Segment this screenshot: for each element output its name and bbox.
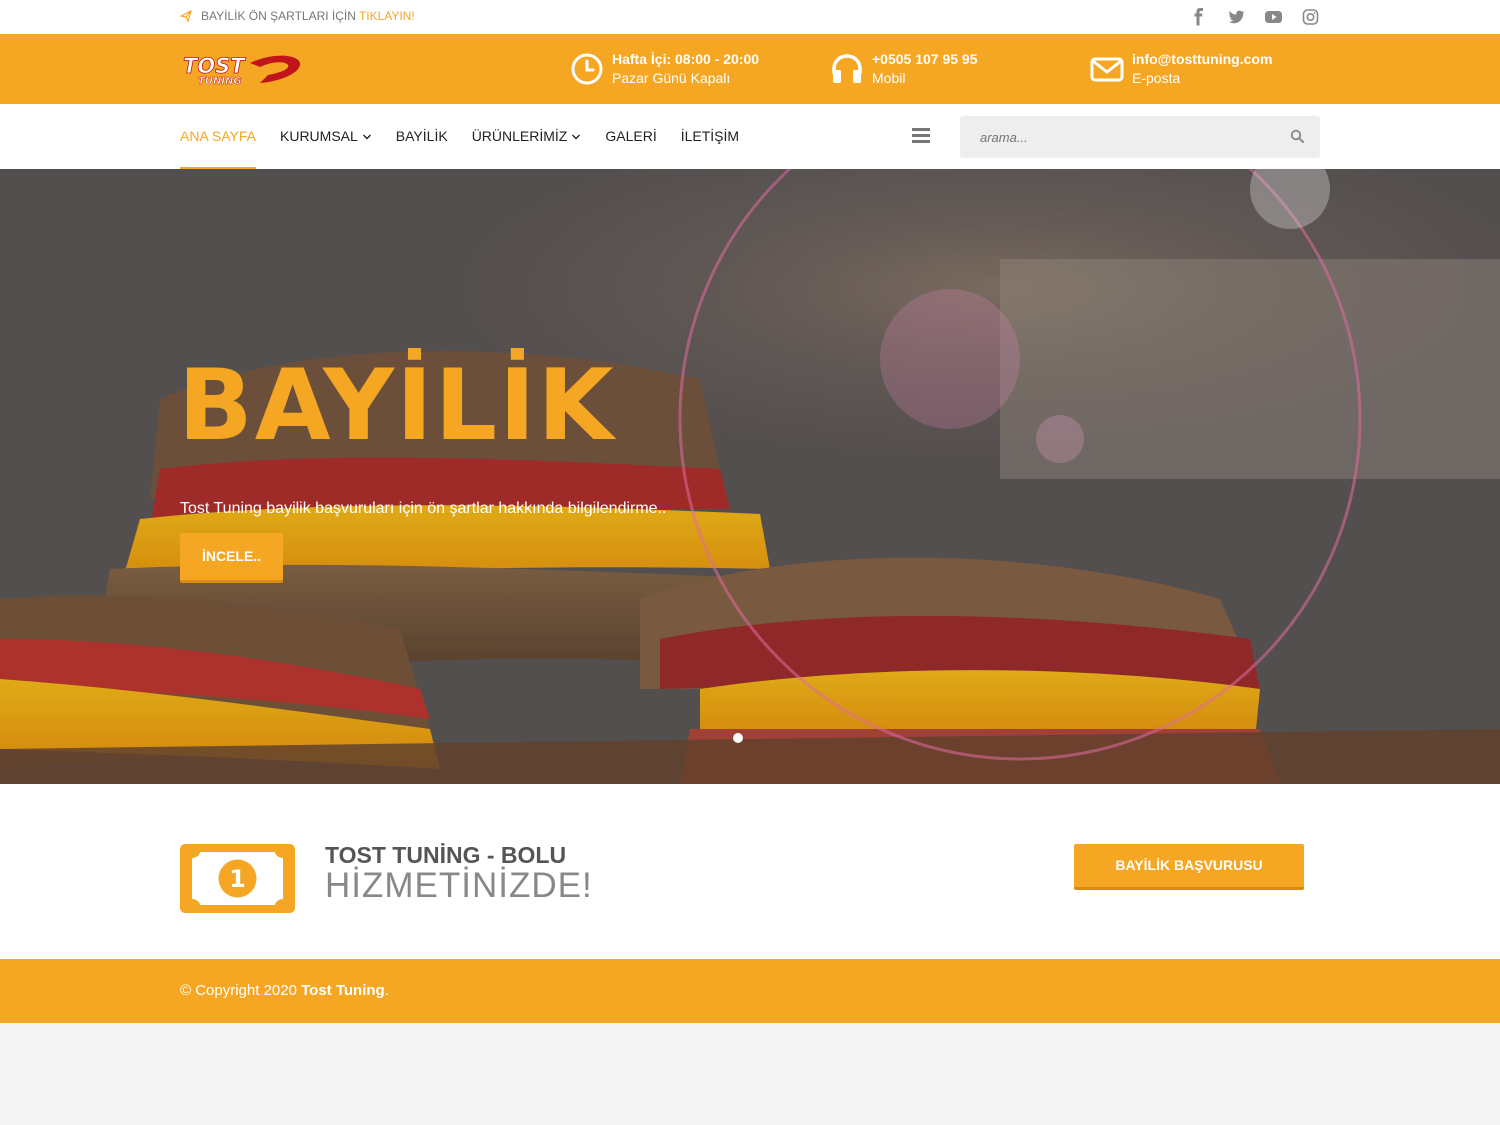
- hero-subtitle: Tost Tuning bayilik başvuruları için ön …: [180, 500, 667, 517]
- paper-plane-icon: [180, 10, 192, 22]
- nav-label: İLETİŞİM: [680, 128, 740, 144]
- main-nav: ANA SAYFA KURUMSAL BAYİLİK ÜRÜNLERİMİZ G…: [0, 104, 1500, 169]
- svg-text:1: 1: [229, 865, 246, 893]
- hero-title: BAYİLİK: [178, 349, 616, 463]
- search-box: [960, 116, 1320, 158]
- email-info: info@tosttuning.com E-posta: [1090, 50, 1272, 88]
- nav-item-gallery[interactable]: GALERİ: [605, 104, 656, 169]
- site-logo[interactable]: TOST TUNING: [180, 51, 305, 89]
- nav-item-dealership[interactable]: BAYİLİK: [396, 104, 448, 169]
- money-icon: 1: [180, 844, 295, 913]
- email-label: E-posta: [1132, 70, 1181, 86]
- hero-inspect-button[interactable]: İNCELE..: [180, 533, 283, 583]
- svg-text:TOST: TOST: [183, 54, 246, 78]
- nav-label: KURUMSAL: [280, 128, 358, 144]
- instagram-icon[interactable]: [1301, 8, 1320, 26]
- search-icon[interactable]: [1290, 129, 1304, 143]
- hero-background-image: [0, 169, 1500, 784]
- hours-info: Hafta İçi: 08:00 - 20:00 Pazar Günü Kapa…: [570, 50, 759, 88]
- phone-number[interactable]: +0505 107 95 95: [872, 50, 978, 68]
- phone-label: Mobil: [872, 70, 906, 86]
- clock-icon: [571, 53, 603, 85]
- copyright: © Copyright 2020 Tost Tuning.: [180, 982, 389, 999]
- footer-brand-link[interactable]: Tost Tuning: [301, 982, 385, 999]
- notice-link[interactable]: TIKLAYIN!: [359, 9, 415, 23]
- facebook-icon[interactable]: [1190, 8, 1209, 26]
- chevron-down-icon: [362, 134, 371, 139]
- youtube-icon[interactable]: [1264, 8, 1283, 26]
- hours-sunday: Pazar Günü Kapalı: [612, 70, 731, 86]
- headphones-icon: [832, 54, 862, 83]
- nav-label: ANA SAYFA: [180, 128, 256, 144]
- promo-title: TOST TUNİNG - BOLU: [325, 842, 567, 868]
- copyright-text: © Copyright 2020: [180, 982, 297, 999]
- notice-text: BAYİLİK ÖN ŞARTLARI İÇİN: [201, 9, 356, 23]
- social-links: [1190, 8, 1320, 26]
- slider-dot[interactable]: [733, 733, 743, 743]
- nav-item-home[interactable]: ANA SAYFA: [180, 104, 256, 169]
- nav-item-contact[interactable]: İLETİŞİM: [681, 104, 739, 169]
- twitter-icon[interactable]: [1227, 8, 1246, 26]
- search-input[interactable]: [960, 116, 1260, 158]
- promo-subtitle: HİZMETİNİZDE!: [325, 866, 593, 905]
- dealer-notice[interactable]: BAYİLİK ÖN ŞARTLARI İÇİN TIKLAYIN!: [180, 9, 415, 23]
- nav-label: GALERİ: [605, 128, 657, 144]
- hero-slider: BAYİLİK Tost Tuning bayilik başvuruları …: [0, 169, 1500, 784]
- dealer-application-button[interactable]: BAYİLİK BAŞVURUSU: [1074, 844, 1304, 890]
- promo-section: 1 TOST TUNİNG - BOLU HİZMETİNİZDE! BAYİL…: [0, 784, 1500, 959]
- nav-item-corporate[interactable]: KURUMSAL: [280, 104, 372, 169]
- svg-text:TUNING: TUNING: [198, 76, 242, 87]
- hours-weekday: Hafta İçi: 08:00 - 20:00: [612, 51, 760, 67]
- nav-label: BAYİLİK: [395, 128, 448, 144]
- footer: © Copyright 2020 Tost Tuning.: [0, 959, 1500, 1023]
- email-address[interactable]: info@tosttuning.com: [1132, 50, 1272, 68]
- nav-label: ÜRÜNLERİMİZ: [471, 128, 568, 144]
- header: TOST TUNING Hafta İçi: 08:00 - 20:00 Paz…: [0, 34, 1500, 104]
- nav-item-products[interactable]: ÜRÜNLERİMİZ: [472, 104, 582, 169]
- copyright-suffix: .: [384, 982, 389, 999]
- menu-icon[interactable]: [912, 128, 930, 144]
- envelope-icon: [1090, 57, 1124, 82]
- chevron-down-icon: [572, 134, 581, 139]
- top-bar: BAYİLİK ÖN ŞARTLARI İÇİN TIKLAYIN!: [0, 0, 1500, 34]
- phone-info: +0505 107 95 95 Mobil: [830, 50, 978, 88]
